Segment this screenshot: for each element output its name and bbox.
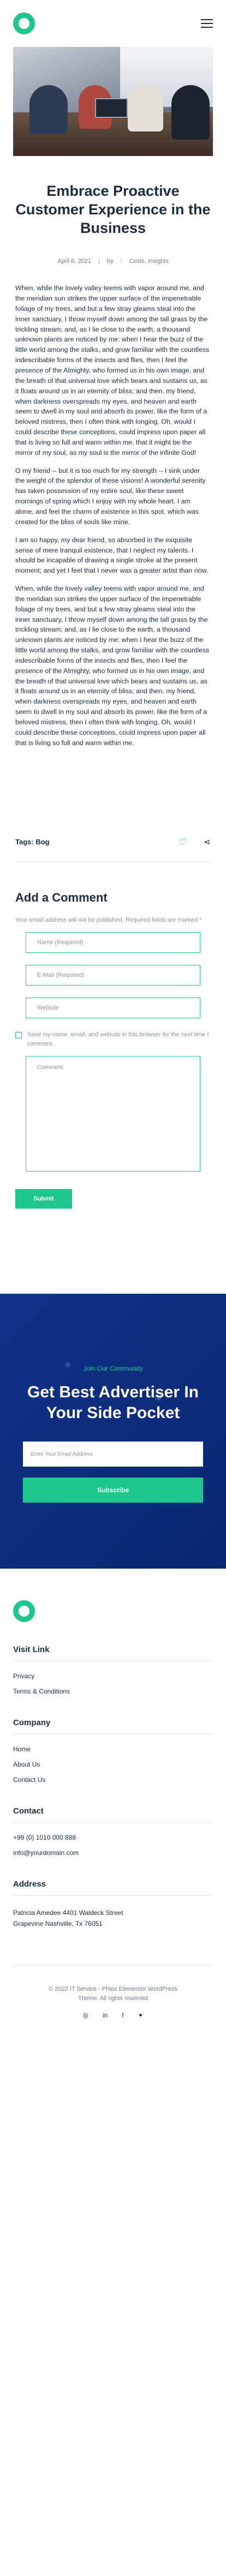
newsletter-section: Join Our Community Get Best Advertiser I… [0, 1294, 226, 1569]
footer-link-about[interactable]: About Us [13, 1761, 213, 1768]
post-author-by: by [107, 258, 114, 265]
post-meta: April 6, 2021 | by | Costs, Insights [0, 258, 226, 265]
post-actions: ♡ ⋖ [179, 837, 211, 848]
footer-heading: Company [13, 1718, 51, 1728]
instagram-icon[interactable]: ◎ [82, 2010, 88, 2021]
comment-textarea[interactable]: Comment [26, 1056, 200, 1172]
footer-address-text: Patricia Amedee 4401 Waldeck Street Grap… [13, 1908, 213, 1930]
save-info-label: Save my name, email, and website in this… [27, 1031, 209, 1047]
address-line-2: Grapevine Nashville, Tx 76051 [13, 1919, 103, 1928]
footer-logo[interactable] [13, 1600, 35, 1623]
footer-heading: Contact [13, 1806, 44, 1816]
page: Embrace Proactive Customer Experience in… [0, 0, 226, 2576]
copyright-line-1: © 2022 IT Service - Phlox Elementor Word… [49, 1985, 177, 1992]
post-paragraph: O my friend -- but it is too much for my… [15, 466, 206, 526]
footer-phone[interactable]: +99 (0) 1010 000 888 [13, 1834, 213, 1841]
post-paragraph: I am so happy, my dear friend, so absorb… [15, 536, 209, 575]
meta-divider: | [120, 258, 122, 265]
share-icon[interactable]: ⋖ [204, 837, 211, 848]
footer-address: Address Patricia Amedee 4401 Waldeck Str… [13, 1880, 213, 1930]
footer-company: Company Home About Us Contact Us [13, 1718, 213, 1784]
website-field[interactable]: Website [26, 998, 200, 1019]
footer-link-contact[interactable]: Contact Us [13, 1776, 213, 1784]
footer-heading: Address [13, 1880, 46, 1889]
post-tags-row: Tags: Bog ♡ ⋖ [15, 837, 211, 862]
name-field[interactable]: Name (Required) [26, 932, 200, 953]
post-content: When, while the lovely valley teems with… [15, 283, 211, 748]
email-field[interactable]: E-Mail (Required) [26, 965, 200, 986]
site-header [0, 0, 226, 47]
save-info-checkbox[interactable]: Save my name, email, and website in this… [15, 1030, 211, 1048]
footer-link-terms[interactable]: Terms & Conditions [13, 1688, 213, 1695]
newsletter-background [0, 1299, 226, 1463]
copyright-line-2: Theme. All rights reserved [78, 1995, 148, 2002]
post-paragraph: When, while the lovely valley teems with… [15, 585, 210, 747]
twitter-icon[interactable]: ✦ [138, 2010, 144, 2021]
checkbox-icon[interactable] [15, 1032, 22, 1039]
post-categories[interactable]: Costs, Insights [129, 258, 169, 265]
meta-divider: | [98, 258, 100, 265]
submit-button[interactable]: Submit [15, 1189, 72, 1209]
copyright: © 2022 IT Service - Phlox Elementor Word… [13, 1964, 213, 2021]
post-date[interactable]: April 6, 2021 [57, 258, 91, 265]
footer-email[interactable]: info@yourdomain.com [13, 1849, 213, 1857]
post-paragraph: When, while the lovely valley teems with… [15, 284, 210, 457]
footer-heading: Visit Link [13, 1645, 50, 1655]
footer-contact: Contact +99 (0) 1010 000 888 info@yourdo… [13, 1806, 213, 1857]
footer-link-privacy[interactable]: Privacy [13, 1672, 213, 1680]
post-tags[interactable]: Tags: Bog [15, 838, 50, 846]
facebook-icon[interactable]: f [122, 2010, 123, 2021]
comment-form: Add a Comment Your email address will no… [15, 891, 211, 1209]
comment-fields: Name (Required) E-Mail (Required) Websit… [15, 932, 211, 1019]
comment-note: Your email address will not be published… [15, 916, 202, 923]
social-links: ◎ in f ✦ [13, 2010, 213, 2021]
comment-heading: Add a Comment [15, 890, 108, 904]
subscribe-button[interactable]: Subscribe [23, 1478, 203, 1503]
address-line-1: Patricia Amedee 4401 Waldeck Street [13, 1909, 123, 1917]
post-title: Embrace Proactive Customer Experience in… [15, 183, 211, 236]
footer-link-home[interactable]: Home [13, 1745, 213, 1753]
hamburger-menu-icon[interactable] [201, 19, 213, 28]
post-featured-image [13, 47, 213, 156]
linkedin-icon[interactable]: in [103, 2010, 108, 2021]
site-logo[interactable] [13, 13, 35, 34]
site-footer: Visit Link Privacy Terms & Conditions Co… [0, 1569, 226, 2021]
heart-icon[interactable]: ♡ [179, 837, 188, 847]
footer-visit-link: Visit Link Privacy Terms & Conditions [13, 1645, 213, 1695]
